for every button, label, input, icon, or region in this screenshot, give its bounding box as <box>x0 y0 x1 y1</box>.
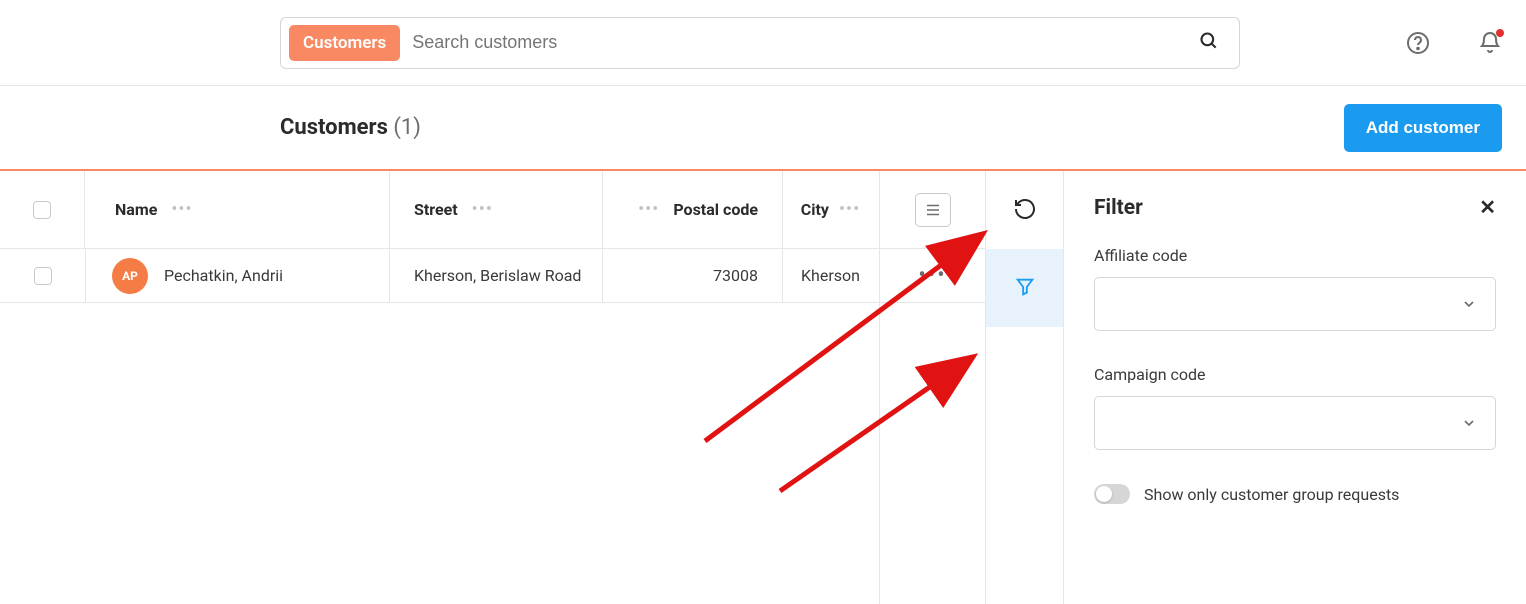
content-area: Name ••• Street ••• ••• Postal code City… <box>0 171 1526 604</box>
add-customer-button[interactable]: Add customer <box>1344 104 1502 152</box>
column-options-icon[interactable]: ••• <box>472 199 493 220</box>
toggle-knob <box>1096 486 1112 502</box>
cell-postal: 73008 <box>603 249 783 302</box>
notifications-button[interactable] <box>1474 27 1506 59</box>
tool-filter-cell <box>986 249 1063 327</box>
customer-table: Name ••• Street ••• ••• Postal code City… <box>0 171 880 604</box>
filter-icon <box>1014 276 1036 298</box>
help-icon <box>1406 31 1430 55</box>
filter-toggle-button[interactable] <box>1006 268 1044 309</box>
avatar: AP <box>112 258 148 294</box>
chevron-down-icon <box>1461 415 1477 431</box>
postal-value: 73008 <box>713 266 758 285</box>
street-value: Kherson, Berislaw Road <box>414 266 581 285</box>
side-toolbar <box>986 171 1064 604</box>
search-input[interactable] <box>412 32 1195 53</box>
cell-city: Kherson <box>783 249 878 302</box>
column-label: Street <box>414 200 458 219</box>
page-title: Customers (1) <box>280 115 421 140</box>
campaign-label: Campaign code <box>1094 365 1496 384</box>
column-header-name[interactable]: Name ••• <box>85 171 390 248</box>
row-actions-column: ••• <box>880 171 986 604</box>
search-button[interactable] <box>1195 27 1223 58</box>
search-container: Customers <box>280 17 1240 69</box>
cell-street: Kherson, Berislaw Road <box>390 249 603 302</box>
row-select-cell <box>0 249 85 302</box>
group-requests-toggle-row: Show only customer group requests <box>1094 484 1496 504</box>
affiliate-select[interactable] <box>1094 277 1496 331</box>
city-value: Kherson <box>801 266 860 285</box>
column-label: Name <box>115 200 157 219</box>
filter-header: Filter ✕ <box>1094 195 1496 220</box>
select-all-cell <box>0 171 85 248</box>
search-icon <box>1199 31 1219 51</box>
notification-badge <box>1496 29 1504 37</box>
list-icon <box>924 201 942 219</box>
select-all-checkbox[interactable] <box>33 201 51 219</box>
bulk-actions-button[interactable] <box>915 193 951 227</box>
refresh-icon <box>1013 197 1037 221</box>
filter-title: Filter <box>1094 196 1143 220</box>
group-requests-label: Show only customer group requests <box>1144 485 1399 504</box>
group-requests-toggle[interactable] <box>1094 484 1130 504</box>
page-title-text: Customers <box>280 115 388 140</box>
column-options-icon[interactable]: ••• <box>171 199 192 220</box>
column-label: Postal code <box>673 200 758 219</box>
column-header-street[interactable]: Street ••• <box>390 171 603 248</box>
campaign-select[interactable] <box>1094 396 1496 450</box>
column-options-icon[interactable]: ••• <box>839 199 860 220</box>
column-options-icon[interactable]: ••• <box>638 199 659 220</box>
refresh-button[interactable] <box>1005 189 1045 232</box>
customer-name: Pechatkin, Andrii <box>164 266 283 285</box>
affiliate-label: Affiliate code <box>1094 246 1496 265</box>
table-header-row: Name ••• Street ••• ••• Postal code City… <box>0 171 879 249</box>
page-count: (1) <box>393 115 421 140</box>
cell-name: AP Pechatkin, Andrii <box>85 249 390 302</box>
close-icon: ✕ <box>1479 197 1496 219</box>
top-bar: Customers <box>0 0 1526 85</box>
chevron-down-icon <box>1461 296 1477 312</box>
top-right-actions <box>1402 27 1506 59</box>
search-context-tag[interactable]: Customers <box>289 25 400 61</box>
column-header-postal[interactable]: ••• Postal code <box>603 171 783 248</box>
tool-refresh-cell <box>986 171 1063 249</box>
help-button[interactable] <box>1402 27 1434 59</box>
bulk-actions-cell <box>880 171 985 249</box>
close-filter-button[interactable]: ✕ <box>1479 195 1496 220</box>
row-checkbox[interactable] <box>34 267 52 285</box>
column-header-city[interactable]: City ••• <box>783 171 878 248</box>
table-row[interactable]: AP Pechatkin, Andrii Kherson, Berislaw R… <box>0 249 879 303</box>
filter-panel: Filter ✕ Affiliate code Campaign code Sh… <box>1064 171 1526 604</box>
column-label: City <box>801 200 829 219</box>
page-header: Customers (1) Add customer <box>0 86 1526 169</box>
row-actions-button[interactable]: ••• <box>880 249 985 303</box>
